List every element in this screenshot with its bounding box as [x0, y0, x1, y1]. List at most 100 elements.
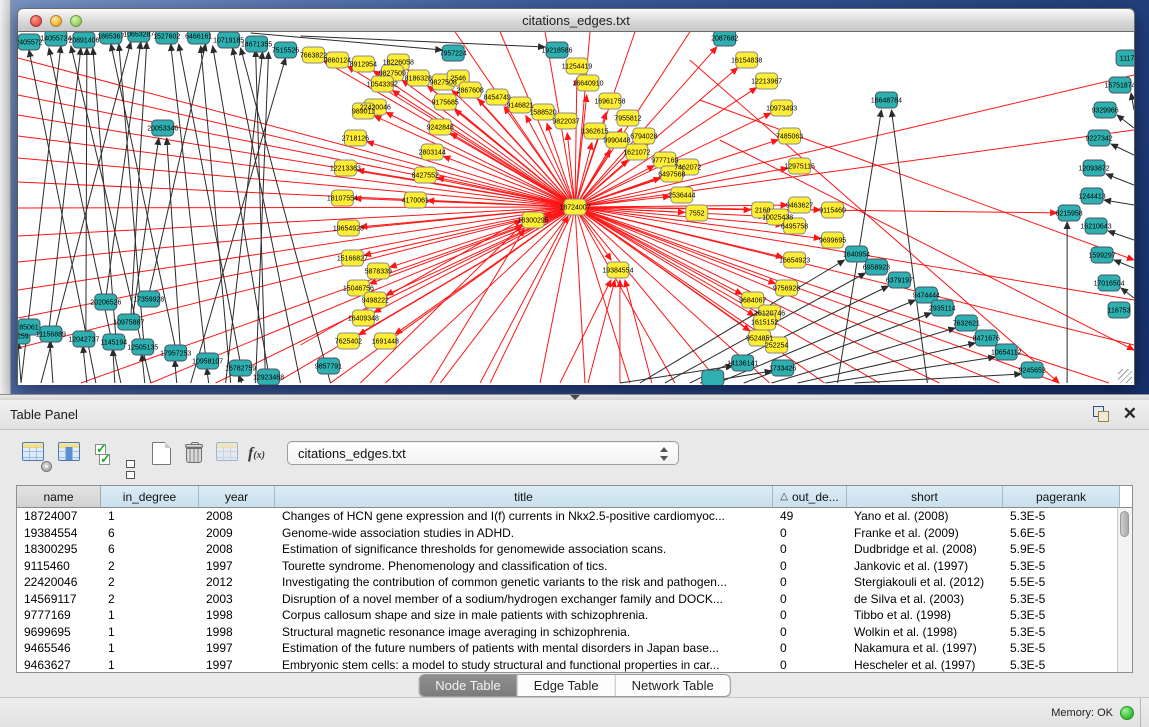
graph-node-label: 2803144 [419, 149, 446, 156]
table-row[interactable]: 969969511998Structural magnetic resonanc… [17, 624, 1132, 641]
graph-node-label: 11156889 [36, 331, 66, 338]
graph-node-label: 17359928 [133, 296, 164, 303]
graph-node-label: 2718126 [342, 135, 369, 142]
column-header-in-degree[interactable]: in_degree [101, 486, 199, 507]
column-header-out-de-[interactable]: △out_de... [773, 486, 847, 507]
table-cell: Disruption of a novel member of a sodium… [275, 591, 773, 608]
graph-node-label: 7625402 [335, 338, 362, 345]
close-panel-icon[interactable]: ✕ [1123, 406, 1137, 422]
table-row[interactable]: 1872400712008Changes of HCN gene express… [17, 508, 1132, 525]
scrollbar-thumb[interactable] [1120, 511, 1129, 537]
table-cell: Embryonic stem cells: a model to study s… [275, 657, 773, 674]
column-header-year[interactable]: year [199, 486, 275, 507]
table-cell: Genome-wide association studies in ADHD. [275, 525, 773, 542]
graph-node-label: 9245652 [1019, 367, 1046, 374]
table-row[interactable]: 911546021997Tourette syndrome. Phenomeno… [17, 558, 1132, 575]
table-row[interactable]: 946554611997Estimation of the future num… [17, 640, 1132, 657]
table-cell: Estimation of the future numbers of pati… [275, 640, 773, 657]
table-cell: 9115460 [17, 558, 101, 575]
graph-node-label: 1691448 [372, 338, 399, 345]
table-cell: 0 [773, 591, 847, 608]
memory-ok-indicator [1120, 706, 1134, 720]
column-header-label: title [514, 490, 533, 504]
table-cell: 1998 [199, 607, 275, 624]
tab-edge-table[interactable]: Edge Table [518, 675, 616, 696]
column-header-pagerank[interactable]: pagerank [1003, 486, 1120, 507]
graph-edge [451, 133, 575, 207]
table-row[interactable]: 946362711997Embryonic stem cells: a mode… [17, 657, 1132, 674]
table-cell: 22420046 [17, 574, 101, 591]
citation-network-graph[interactable]: 2405572140557242089140618653671065328715… [18, 32, 1134, 385]
collapsed-panel-strip[interactable] [0, 0, 11, 397]
graph-node-label: 8186328 [405, 75, 432, 82]
window-resize-grip[interactable] [1118, 369, 1132, 383]
graph-edge [443, 156, 575, 207]
table-cell: 0 [773, 624, 847, 641]
table-cell: Dudbridge et al. (2008) [847, 541, 1003, 558]
graph-node-label: 9699695 [819, 237, 846, 244]
graph-node-label: 1599297 [1088, 252, 1115, 259]
table-cell: 1 [101, 624, 199, 641]
network-canvas[interactable]: 2405572140557242089140618653671065328715… [17, 32, 1135, 385]
graph-node-label: 1640954 [843, 251, 870, 258]
graph-node-label: 19384554 [602, 267, 633, 274]
graph-node-label: 2867608 [457, 87, 484, 94]
graph-edge [18, 207, 575, 208]
table-row[interactable]: 1830029562008Estimation of significance … [17, 541, 1132, 558]
table-row[interactable]: 977716911998Corpus callosum shape and si… [17, 607, 1132, 624]
graph-node-label: 7632621 [953, 320, 980, 327]
show-columns-icon[interactable] [58, 442, 84, 468]
table-cell: 18300295 [17, 541, 101, 558]
graph-node-label: 16654923 [779, 257, 810, 264]
table-row[interactable]: 1456911722003Disruption of a novel membe… [17, 591, 1132, 608]
create-table-icon[interactable] [152, 442, 178, 468]
table-cell: 1997 [199, 657, 275, 674]
network-window-titlebar[interactable]: citations_edges.txt [17, 8, 1135, 32]
column-header-label: year [225, 490, 248, 504]
table-cell: 2008 [199, 508, 275, 525]
graph-node-label: 12213967 [751, 78, 782, 85]
function-builder-icon[interactable]: f(x) [248, 445, 274, 471]
graph-node-label: 12923468 [253, 374, 284, 381]
column-header-short[interactable]: short [847, 486, 1003, 507]
table-selector-dropdown[interactable]: citations_edges.txt [287, 441, 679, 465]
graph-edge [575, 207, 1057, 213]
table-cell: Corpus callosum shape and size in male p… [275, 607, 773, 624]
graph-node-label: 16961758 [594, 98, 625, 105]
graph-node-label: 9329966 [1091, 107, 1118, 114]
table-row[interactable]: 1938455462009Genome-wide association stu… [17, 525, 1132, 542]
float-panel-icon[interactable] [1093, 406, 1109, 422]
graph-node-label: 9857791 [315, 363, 342, 370]
graph-node-label: 11254419 [562, 63, 593, 70]
graph-edge [18, 342, 21, 383]
graph-node[interactable] [702, 370, 724, 385]
graph-node-label: 7485063 [776, 133, 803, 140]
graph-node-label: 10958107 [192, 358, 223, 365]
column-header-name[interactable]: name [17, 486, 101, 507]
table-cell: 2 [101, 558, 199, 575]
graph-edge [149, 44, 206, 295]
graph-node-label: 2160 [755, 207, 771, 214]
graph-node-label: 14055724 [40, 35, 71, 42]
graph-node-label: 1865367 [97, 33, 124, 40]
column-header-label: short [911, 490, 938, 504]
tab-network-table[interactable]: Network Table [616, 675, 730, 696]
rows-icon[interactable] [126, 442, 152, 468]
graph-edge [175, 360, 177, 383]
graph-edge [1131, 93, 1134, 110]
graph-node-label: 16640910 [572, 80, 603, 87]
table-type-tabs: Node TableEdge TableNetwork Table [418, 674, 731, 697]
graph-node-label: 9822037 [552, 118, 579, 125]
graph-node-label: 12505135 [127, 344, 158, 351]
table-row[interactable]: 2242004622012Investigating the contribut… [17, 574, 1132, 591]
graph-node-label: 18300295 [518, 217, 549, 224]
graph-node-label: 8471676 [973, 335, 1000, 342]
column-header-title[interactable]: title [275, 486, 773, 507]
tab-node-table[interactable]: Node Table [419, 675, 518, 696]
graph-node-label: 6495758 [781, 223, 808, 230]
table-scrollbar[interactable] [1117, 508, 1132, 672]
graph-edge [385, 207, 575, 383]
graph-node-label: 7957224 [440, 50, 467, 57]
table-settings-icon[interactable] [22, 442, 48, 468]
graph-edge [49, 48, 81, 330]
